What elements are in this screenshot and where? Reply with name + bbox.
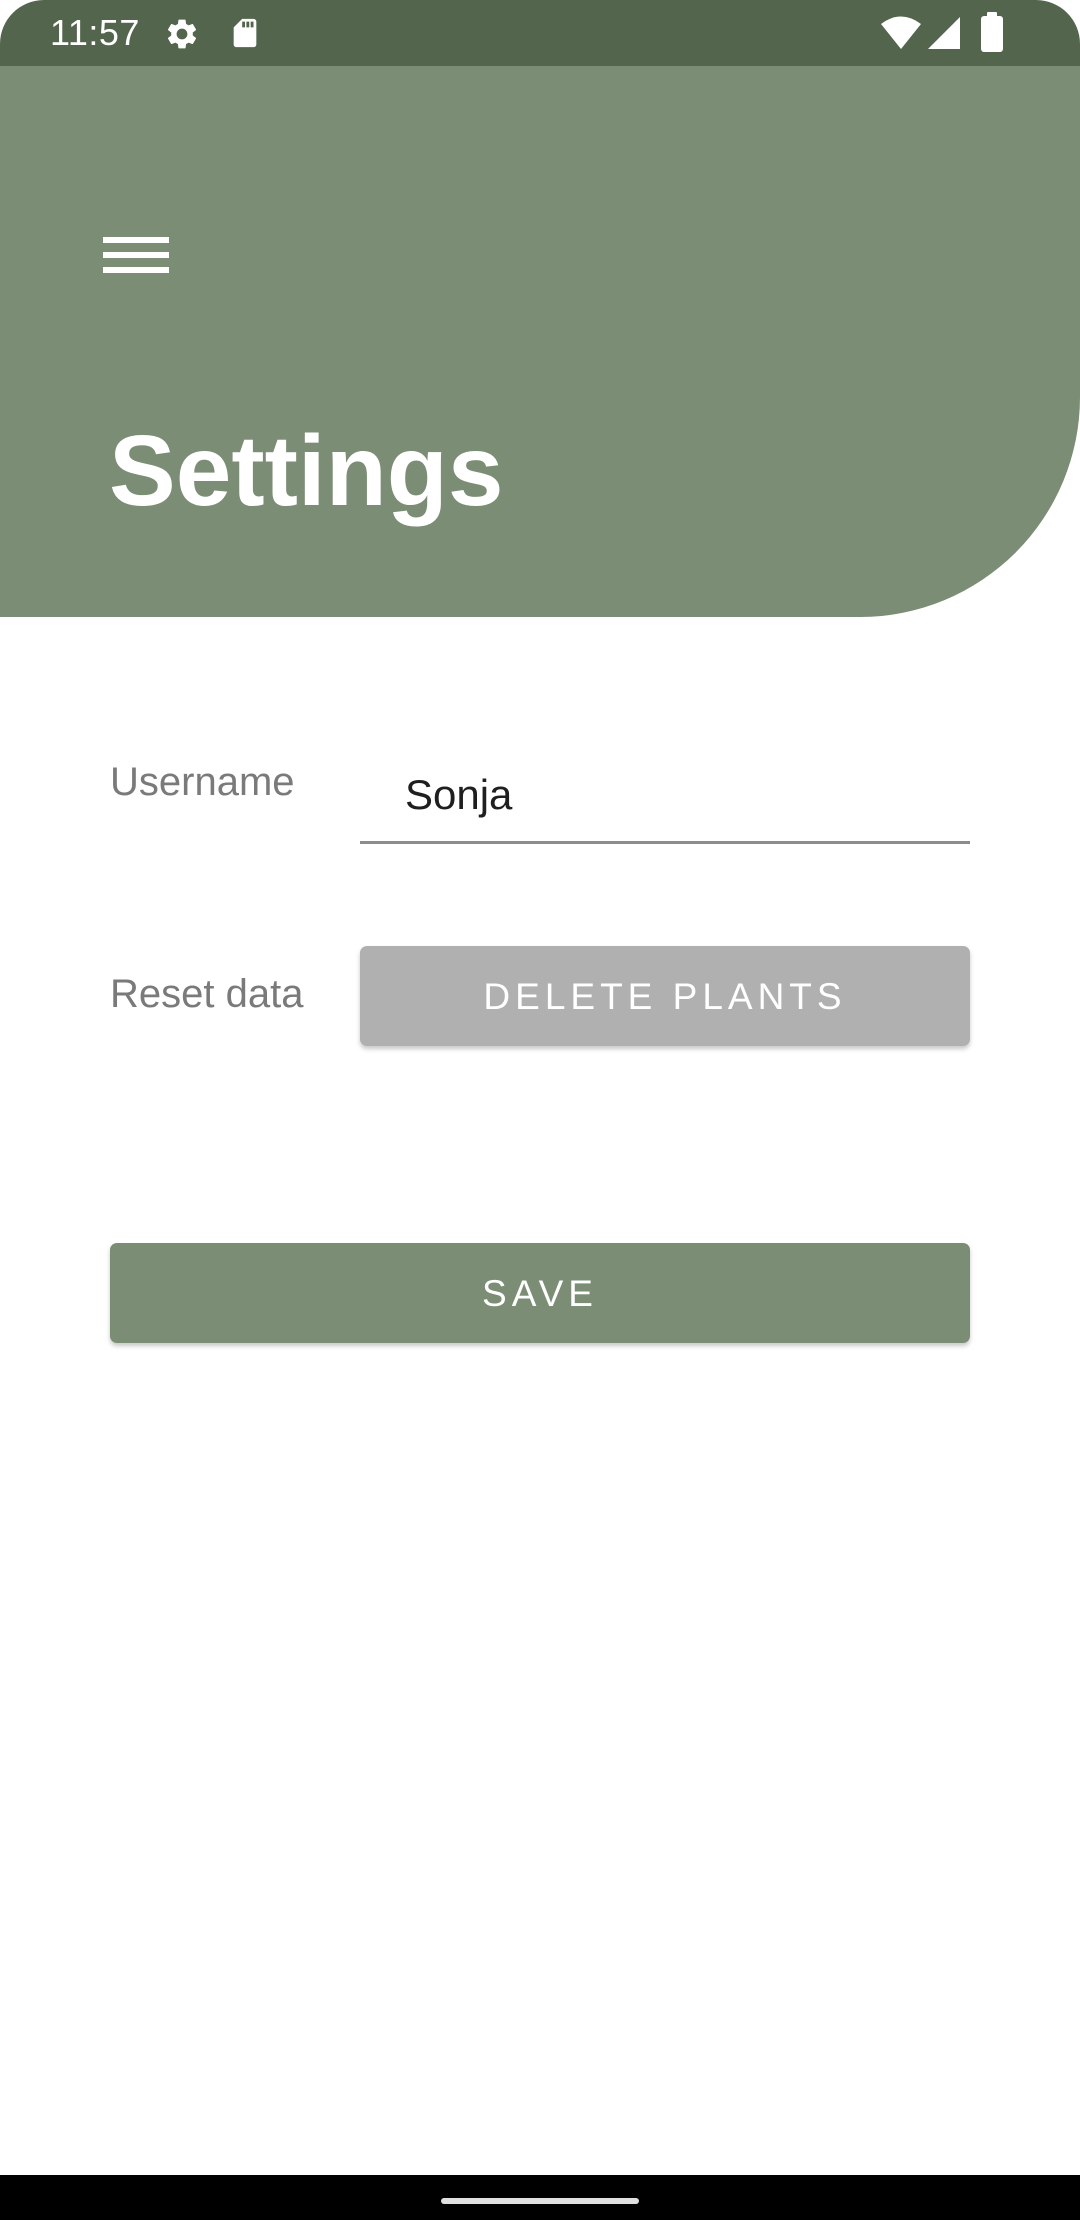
username-input[interactable] (360, 752, 970, 844)
gear-icon (167, 19, 197, 49)
header: Settings (0, 66, 1080, 617)
status-bar: 11:57 (0, 0, 1080, 66)
reset-data-label: Reset data (110, 972, 304, 1016)
battery-icon (981, 12, 1003, 52)
page-title: Settings (109, 415, 504, 527)
hamburger-menu-icon (88, 206, 184, 302)
username-label: Username (110, 760, 295, 804)
menu-button[interactable] (88, 206, 184, 302)
sd-card-icon (233, 18, 257, 48)
status-time: 11:57 (50, 12, 140, 53)
navigation-bar (0, 2175, 1080, 2220)
save-button[interactable]: SAVE (110, 1243, 970, 1343)
delete-plants-button[interactable]: DELETE PLANTS (360, 946, 970, 1046)
cell-signal-icon (928, 17, 960, 49)
wifi-icon (881, 16, 921, 49)
home-gesture-handle[interactable] (441, 2198, 639, 2204)
